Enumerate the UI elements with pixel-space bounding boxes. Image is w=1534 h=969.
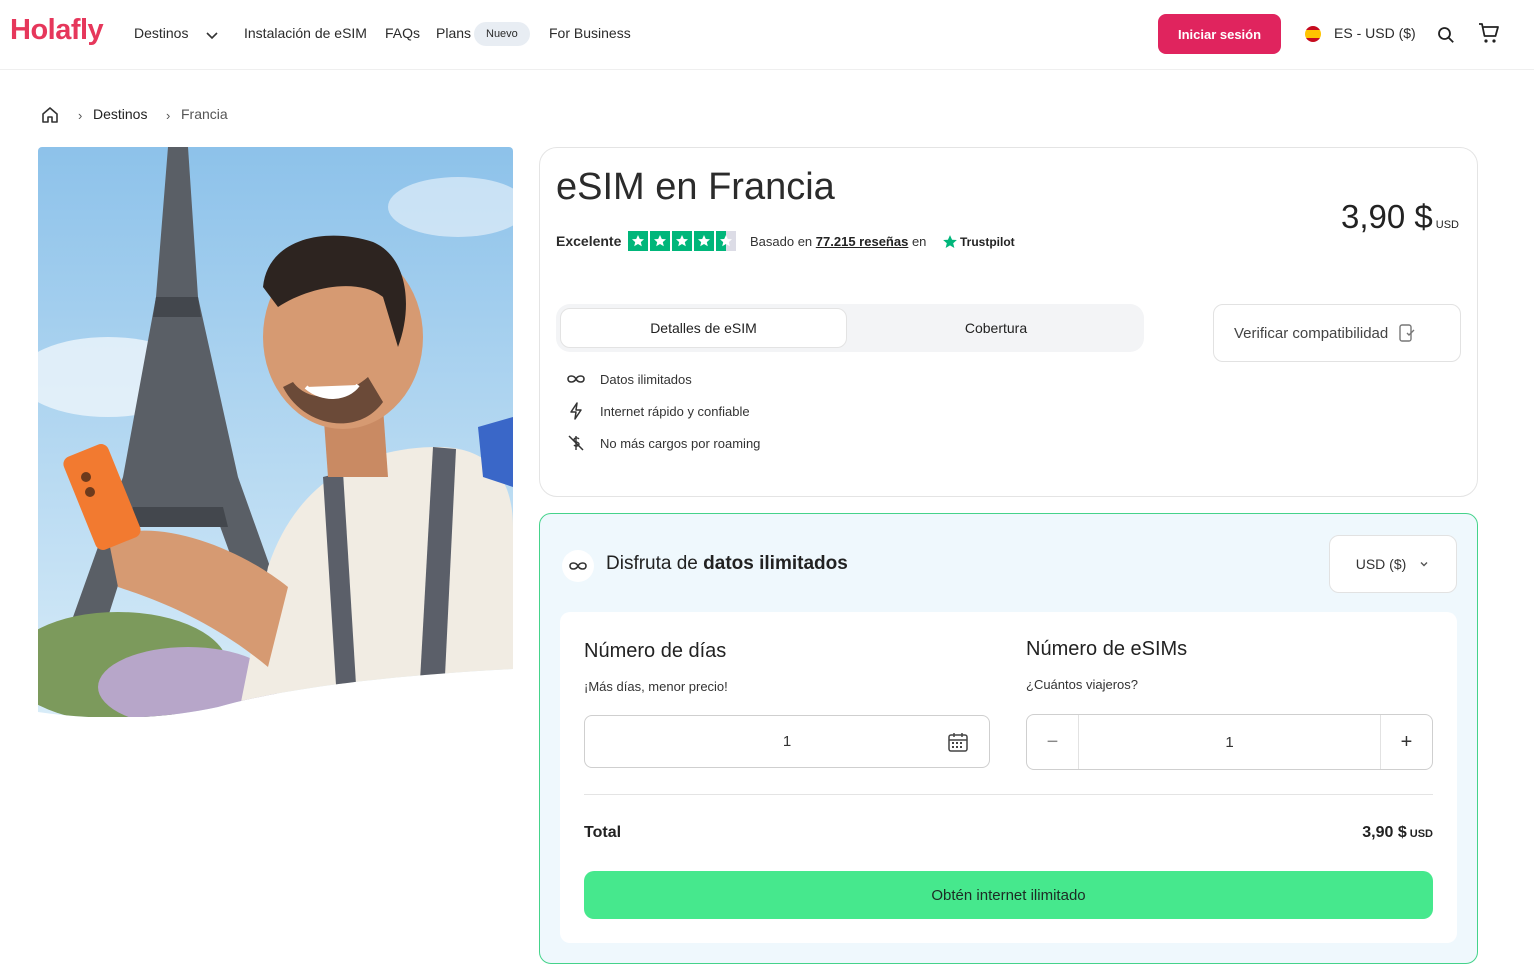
nav-instalacion[interactable]: Instalación de eSIM xyxy=(244,25,367,41)
total-price: 3,90 $ USD xyxy=(1362,824,1433,842)
reviews-prefix: Basado en xyxy=(750,234,813,249)
calendar-icon[interactable] xyxy=(947,731,969,753)
nav-faqs[interactable]: FAQs xyxy=(385,25,420,41)
tab-detalles[interactable]: Detalles de eSIM xyxy=(560,308,847,348)
panel-title-bold: datos ilimitados xyxy=(703,553,848,574)
reviews-link[interactable]: 77.215 reseñas xyxy=(816,234,909,249)
chevron-down-icon xyxy=(1420,562,1428,567)
verify-label: Verificar compatibilidad xyxy=(1234,324,1389,342)
esims-stepper: − 1 + xyxy=(1026,714,1433,770)
new-badge: Nuevo xyxy=(474,22,530,46)
increment-button[interactable]: + xyxy=(1380,715,1432,769)
breadcrumb-chevron-icon: › xyxy=(78,108,83,123)
esims-title: Número de eSIMs xyxy=(1026,638,1188,660)
product-card: eSIM en Francia Excelente Basado en 77.2… xyxy=(539,147,1478,497)
decrement-button[interactable]: − xyxy=(1027,715,1079,769)
chevron-down-icon[interactable] xyxy=(204,27,220,43)
rating-stars xyxy=(628,231,736,251)
feature-label: Internet rápido y confiable xyxy=(600,403,750,419)
reviews-summary: Basado en 77.215 reseñas en xyxy=(750,234,926,249)
phone-check-icon xyxy=(1399,324,1415,342)
lightning-icon xyxy=(566,401,586,421)
nav-plans[interactable]: Plans xyxy=(436,25,471,41)
feature-label: No más cargos por roaming xyxy=(600,435,761,451)
hero-image xyxy=(38,147,513,717)
product-title: eSIM en Francia xyxy=(556,166,835,208)
star-icon xyxy=(628,231,648,251)
product-price: 3,90 $ USD xyxy=(1341,198,1459,236)
site-header: Holafly Destinos Instalación de eSIM FAQ… xyxy=(0,0,1534,70)
rating-label: Excelente xyxy=(556,233,622,249)
purchase-form: Número de días ¡Más días, menor precio! … xyxy=(560,612,1457,943)
breadcrumb-chevron-icon: › xyxy=(166,108,171,123)
days-value: 1 xyxy=(782,733,792,750)
half-star-icon xyxy=(716,231,736,251)
currency-select[interactable]: USD ($) xyxy=(1329,535,1457,593)
feature-item: No más cargos por roaming xyxy=(566,433,760,453)
nav-destinos[interactable]: Destinos xyxy=(134,25,188,41)
cart-icon[interactable] xyxy=(1476,20,1502,46)
panel-title: Disfruta de datos ilimitados xyxy=(606,553,848,575)
infinity-icon xyxy=(566,369,586,389)
star-icon xyxy=(650,231,670,251)
feature-item: Internet rápido y confiable xyxy=(566,401,750,421)
breadcrumb-destinos[interactable]: Destinos xyxy=(93,106,147,122)
breadcrumb-francia: Francia xyxy=(181,106,228,122)
days-input[interactable]: 1 xyxy=(584,715,990,768)
holafly-logo[interactable]: Holafly xyxy=(10,14,104,47)
price-currency: USD xyxy=(1435,219,1459,231)
divider xyxy=(584,794,1433,795)
esims-value[interactable]: 1 xyxy=(1079,715,1380,769)
days-subtitle: ¡Más días, menor precio! xyxy=(584,679,728,694)
locale-selector[interactable]: ES - USD ($) xyxy=(1334,25,1416,41)
feature-item: Datos ilimitados xyxy=(566,369,692,389)
total-amount: 3,90 $ xyxy=(1362,824,1407,841)
tab-cobertura[interactable]: Cobertura xyxy=(852,308,1140,348)
star-icon xyxy=(694,231,714,251)
nav-for-business[interactable]: For Business xyxy=(549,25,631,41)
product-tabs: Detalles de eSIM Cobertura xyxy=(556,304,1144,352)
price-amount: 3,90 $ xyxy=(1341,198,1433,235)
esims-subtitle: ¿Cuántos viajeros? xyxy=(1026,677,1138,692)
trustpilot-star-icon xyxy=(943,235,957,248)
trustpilot-label: Trustpilot xyxy=(960,235,1015,249)
verify-compatibility-button[interactable]: Verificar compatibilidad xyxy=(1213,304,1461,362)
total-label: Total xyxy=(584,824,622,841)
infinity-icon xyxy=(562,550,594,582)
feature-label: Datos ilimitados xyxy=(600,371,692,387)
currency-value: USD ($) xyxy=(1355,556,1407,572)
days-title: Número de días xyxy=(584,640,727,662)
total-currency: USD xyxy=(1409,828,1433,840)
no-roaming-icon xyxy=(566,433,586,453)
home-icon[interactable] xyxy=(40,105,60,125)
panel-title-prefix: Disfruta de xyxy=(606,553,698,574)
trustpilot-logo[interactable]: Trustpilot xyxy=(942,234,1015,250)
get-unlimited-button[interactable]: Obtén internet ilimitado xyxy=(584,871,1433,919)
star-icon xyxy=(672,231,692,251)
login-button[interactable]: Iniciar sesión xyxy=(1158,14,1281,54)
spain-flag-icon xyxy=(1305,26,1321,42)
search-icon[interactable] xyxy=(1435,24,1457,46)
purchase-panel: Disfruta de datos ilimitados USD ($) Núm… xyxy=(539,513,1478,964)
reviews-suffix: en xyxy=(911,234,927,249)
